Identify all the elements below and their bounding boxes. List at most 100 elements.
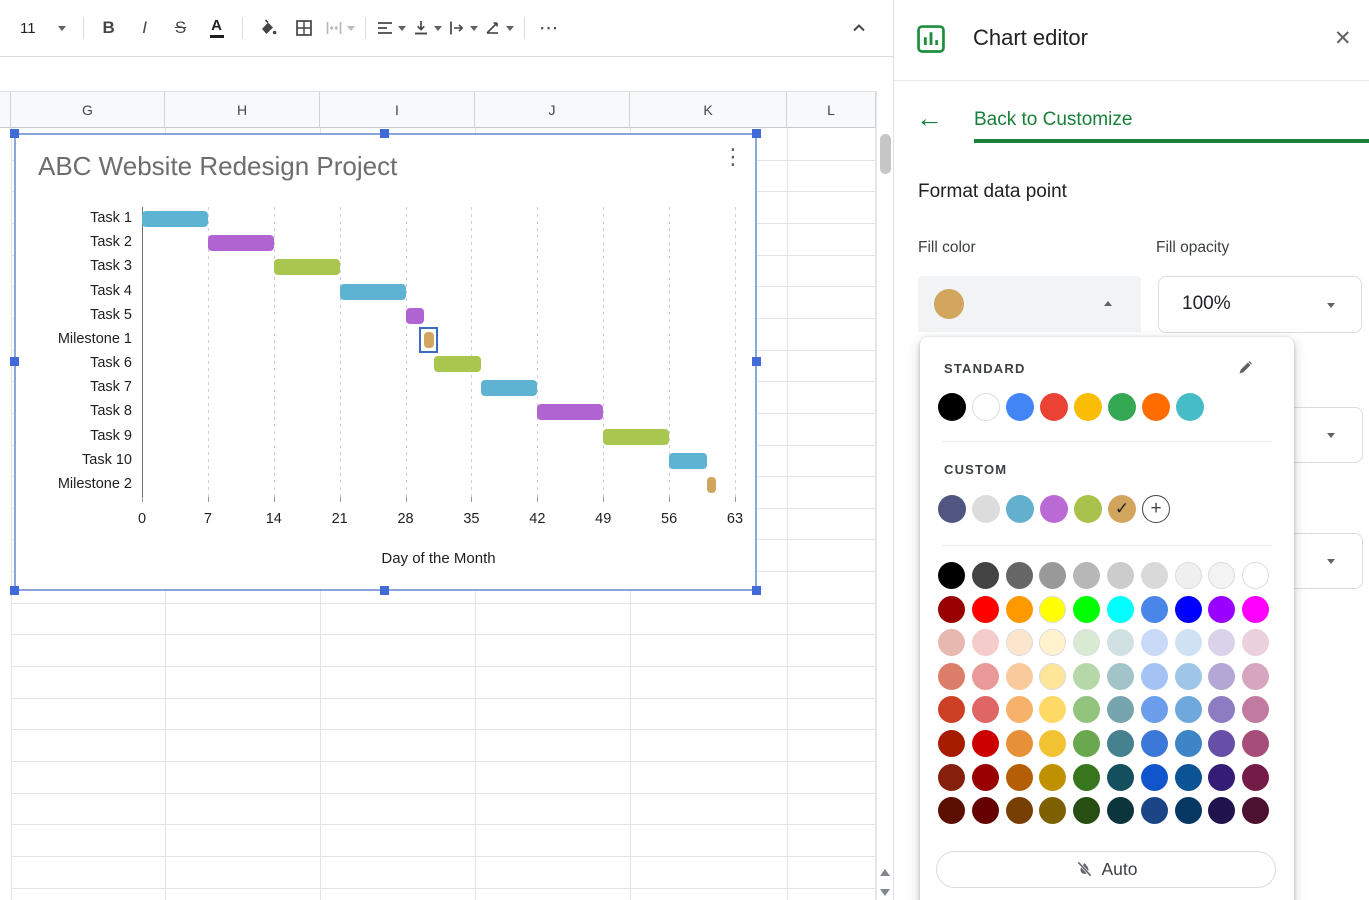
palette-swatch[interactable]: [1107, 663, 1134, 690]
palette-swatch[interactable]: [938, 663, 965, 690]
add-custom-color-button[interactable]: +: [1142, 495, 1170, 523]
palette-swatch[interactable]: [972, 663, 999, 690]
standard-swatch[interactable]: [1176, 393, 1204, 421]
palette-swatch[interactable]: [1039, 629, 1066, 656]
palette-swatch[interactable]: [1006, 663, 1033, 690]
chart-handle-bottom-right[interactable]: [752, 586, 761, 595]
custom-swatch[interactable]: [938, 495, 966, 523]
palette-swatch[interactable]: [1242, 629, 1269, 656]
palette-swatch[interactable]: [1208, 562, 1235, 589]
edit-colors-button[interactable]: [1236, 357, 1256, 382]
palette-swatch[interactable]: [938, 797, 965, 824]
palette-swatch[interactable]: [1039, 730, 1066, 757]
palette-swatch[interactable]: [1141, 730, 1168, 757]
palette-swatch[interactable]: [1175, 797, 1202, 824]
scroll-down-icon[interactable]: [880, 889, 890, 896]
gantt-bar-task-2[interactable]: [208, 235, 274, 251]
palette-swatch[interactable]: [1107, 696, 1134, 723]
palette-swatch[interactable]: [1006, 596, 1033, 623]
palette-swatch[interactable]: [1208, 696, 1235, 723]
palette-swatch[interactable]: [1006, 764, 1033, 791]
gantt-bar-task-3[interactable]: [274, 259, 340, 275]
back-to-customize-link[interactable]: Back to Customize: [974, 109, 1132, 131]
palette-swatch[interactable]: [1039, 764, 1066, 791]
standard-swatch[interactable]: [972, 393, 1000, 421]
palette-swatch[interactable]: [972, 764, 999, 791]
palette-swatch[interactable]: [1039, 562, 1066, 589]
text-color-button[interactable]: A: [199, 12, 235, 44]
palette-swatch[interactable]: [1107, 730, 1134, 757]
palette-swatch[interactable]: [1175, 562, 1202, 589]
gantt-bar-task-4[interactable]: [340, 284, 406, 300]
vertical-align-button[interactable]: [409, 12, 445, 44]
more-options-button[interactable]: ⋯: [532, 12, 568, 44]
palette-swatch[interactable]: [1242, 797, 1269, 824]
borders-button[interactable]: [286, 12, 322, 44]
palette-swatch[interactable]: [1242, 596, 1269, 623]
column-header-j[interactable]: J: [475, 92, 630, 128]
palette-swatch[interactable]: [1208, 764, 1235, 791]
palette-swatch[interactable]: [1073, 596, 1100, 623]
palette-swatch[interactable]: [1242, 730, 1269, 757]
custom-swatch[interactable]: [1074, 495, 1102, 523]
palette-swatch[interactable]: [1141, 696, 1168, 723]
palette-swatch[interactable]: [1107, 562, 1134, 589]
gantt-bar-milestone-2[interactable]: [707, 477, 716, 493]
palette-swatch[interactable]: [1073, 696, 1100, 723]
palette-swatch[interactable]: [1039, 596, 1066, 623]
palette-swatch[interactable]: [1006, 562, 1033, 589]
gantt-bar-milestone-1[interactable]: [424, 332, 433, 348]
fill-opacity-dropdown[interactable]: 100%: [1158, 276, 1362, 333]
palette-swatch[interactable]: [938, 764, 965, 791]
chart-handle-top-left[interactable]: [10, 129, 19, 138]
palette-swatch[interactable]: [1073, 730, 1100, 757]
column-header-h[interactable]: H: [165, 92, 320, 128]
palette-swatch[interactable]: [1006, 730, 1033, 757]
palette-swatch[interactable]: [1073, 764, 1100, 791]
palette-swatch[interactable]: [1175, 696, 1202, 723]
fill-color-dropdown[interactable]: [918, 276, 1141, 332]
palette-swatch[interactable]: [1242, 764, 1269, 791]
text-wrap-button[interactable]: [445, 12, 481, 44]
standard-swatch[interactable]: [1142, 393, 1170, 421]
standard-swatch[interactable]: [1108, 393, 1136, 421]
merge-cells-button[interactable]: [322, 12, 358, 44]
palette-swatch[interactable]: [1141, 596, 1168, 623]
palette-swatch[interactable]: [972, 696, 999, 723]
chart-handle-bottom-left[interactable]: [10, 586, 19, 595]
palette-swatch[interactable]: [1208, 663, 1235, 690]
palette-swatch[interactable]: [1242, 562, 1269, 589]
palette-swatch[interactable]: [1175, 764, 1202, 791]
palette-swatch[interactable]: [938, 562, 965, 589]
palette-swatch[interactable]: [972, 596, 999, 623]
vertical-scrollbar[interactable]: [876, 91, 893, 900]
column-header-g[interactable]: G: [11, 92, 165, 128]
chart-card[interactable]: ABC Website Redesign Project ⋮ 071421283…: [14, 133, 757, 591]
close-icon[interactable]: ✕: [1334, 26, 1352, 51]
palette-swatch[interactable]: [1141, 663, 1168, 690]
palette-swatch[interactable]: [938, 596, 965, 623]
chart-handle-top-right[interactable]: [752, 129, 761, 138]
palette-swatch[interactable]: [972, 629, 999, 656]
palette-swatch[interactable]: [972, 730, 999, 757]
palette-swatch[interactable]: [1175, 629, 1202, 656]
palette-swatch[interactable]: [1141, 797, 1168, 824]
palette-swatch[interactable]: [1175, 730, 1202, 757]
palette-swatch[interactable]: [1141, 629, 1168, 656]
palette-swatch[interactable]: [1141, 764, 1168, 791]
auto-color-button[interactable]: Auto: [936, 851, 1276, 888]
chart-handle-top-mid[interactable]: [380, 129, 389, 138]
palette-swatch[interactable]: [972, 562, 999, 589]
column-header-i[interactable]: I: [320, 92, 475, 128]
custom-swatch[interactable]: [1006, 495, 1034, 523]
palette-swatch[interactable]: [938, 730, 965, 757]
palette-swatch[interactable]: [1208, 596, 1235, 623]
palette-swatch[interactable]: [1175, 596, 1202, 623]
gantt-bar-task-1[interactable]: [142, 211, 208, 227]
palette-swatch[interactable]: [1039, 696, 1066, 723]
palette-swatch[interactable]: [1039, 663, 1066, 690]
gantt-bar-task-5[interactable]: [406, 308, 425, 324]
chart-menu-button[interactable]: ⋮: [722, 145, 744, 169]
italic-button[interactable]: I: [127, 12, 163, 44]
palette-swatch[interactable]: [938, 629, 965, 656]
